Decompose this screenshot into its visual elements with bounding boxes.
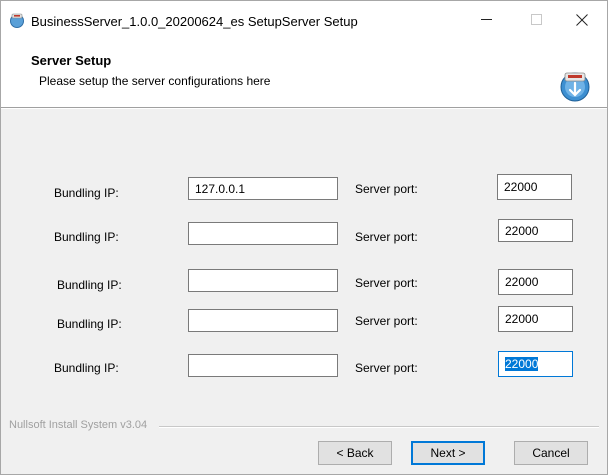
header-divider <box>1 108 607 109</box>
server-port-input-2[interactable] <box>498 219 573 242</box>
page-header: Server Setup Please setup the server con… <box>1 41 607 108</box>
server-port-input-4[interactable] <box>498 306 573 332</box>
close-button[interactable] <box>559 1 605 41</box>
bundling-ip-input-3[interactable] <box>188 269 338 292</box>
setup-icon <box>9 12 25 28</box>
close-icon <box>576 13 588 29</box>
server-port-input-3[interactable] <box>498 269 573 295</box>
window-title: BusinessServer_1.0.0_20200624_es SetupSe… <box>31 14 358 29</box>
maximize-icon <box>530 14 542 28</box>
server-port-label-2: Server port: <box>355 230 418 244</box>
bundling-ip-label-4: Bundling IP: <box>57 317 122 331</box>
server-port-input-5[interactable]: 22000 <box>498 351 573 377</box>
server-port-label-3: Server port: <box>355 276 418 290</box>
setup-window: BusinessServer_1.0.0_20200624_es SetupSe… <box>0 0 608 475</box>
bundling-ip-label-5: Bundling IP: <box>54 361 119 375</box>
minimize-icon <box>480 14 492 28</box>
bundling-ip-input-2[interactable] <box>188 222 338 245</box>
title-bar[interactable]: BusinessServer_1.0.0_20200624_es SetupSe… <box>1 1 607 41</box>
server-port-selected-text: 22000 <box>505 357 539 371</box>
bundling-ip-input-1[interactable] <box>188 177 338 200</box>
server-port-label-1: Server port: <box>355 182 418 196</box>
maximize-button[interactable] <box>513 1 559 41</box>
cancel-button[interactable]: Cancel <box>514 441 588 465</box>
next-button[interactable]: Next > <box>411 441 485 465</box>
minimize-button[interactable] <box>463 1 509 41</box>
server-port-label-5: Server port: <box>355 361 418 375</box>
page-subtitle: Please setup the server configurations h… <box>39 74 271 88</box>
installer-icon <box>558 68 592 102</box>
bundling-ip-input-5[interactable] <box>188 354 338 377</box>
bundling-ip-input-4[interactable] <box>188 309 338 332</box>
nsis-branding: Nullsoft Install System v3.04 <box>9 419 148 431</box>
bundling-ip-label-1: Bundling IP: <box>54 186 119 200</box>
server-port-label-4: Server port: <box>355 314 418 328</box>
bundling-ip-label-2: Bundling IP: <box>54 230 119 244</box>
back-button[interactable]: < Back <box>318 441 392 465</box>
bundling-ip-label-3: Bundling IP: <box>57 278 122 292</box>
server-port-input-1[interactable] <box>497 174 572 200</box>
footer-divider <box>159 426 599 428</box>
page-title: Server Setup <box>31 53 112 68</box>
